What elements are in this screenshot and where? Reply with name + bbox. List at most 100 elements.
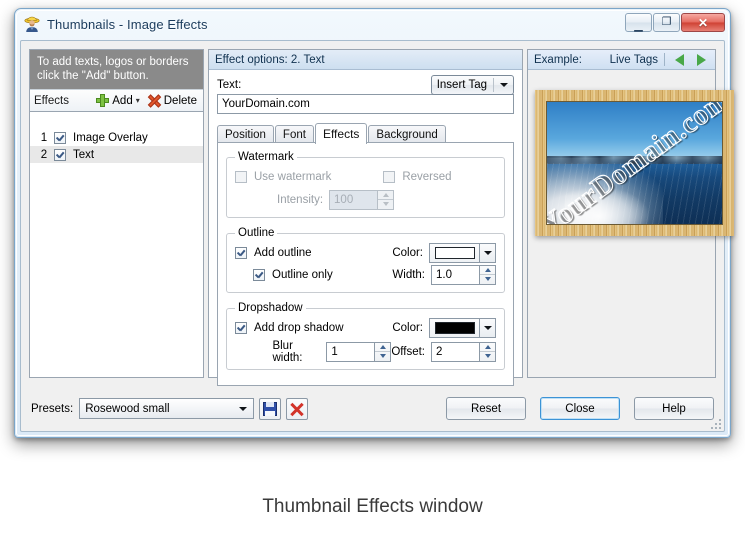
blur-width-stepper[interactable]: 1: [326, 341, 392, 362]
tab-label: Position: [225, 128, 266, 141]
tab-font[interactable]: Font: [274, 125, 314, 143]
outline-color-picker[interactable]: [429, 242, 496, 263]
add-drop-shadow-checkbox[interactable]: [235, 321, 247, 334]
outline-only-row: Outline only Width: 1.0: [235, 264, 496, 285]
outline-legend: Outline: [238, 227, 275, 239]
screenshot-root: Thumbnails - Image Effects ▁ ❐ ✕ To add …: [0, 0, 745, 557]
list-item[interactable]: 1 Image Overlay: [30, 129, 203, 146]
help-label: Help: [662, 402, 686, 415]
add-outline-checkbox[interactable]: [235, 246, 247, 259]
title-bar[interactable]: Thumbnails - Image Effects ▁ ❐ ✕: [15, 9, 730, 39]
intensity-up-button[interactable]: [378, 191, 394, 200]
save-preset-button[interactable]: [259, 397, 282, 420]
use-watermark-label: Use watermark: [254, 170, 332, 183]
restore-button[interactable]: ❐: [653, 13, 680, 32]
add-label: Add: [112, 94, 133, 107]
tab-effects[interactable]: Effects: [314, 123, 368, 144]
red-x-icon: [290, 402, 304, 416]
next-example-button[interactable]: [693, 53, 709, 66]
hint-text: To add texts, logos or borders click the…: [30, 50, 203, 89]
effect-index: 2: [40, 148, 48, 161]
effect-options-header: Effect options: 2. Text: [209, 50, 522, 70]
offset-up-button[interactable]: [480, 343, 495, 352]
text-input[interactable]: YourDomain.com: [217, 94, 514, 114]
outline-color-swatch-box: [429, 242, 479, 263]
minimize-button[interactable]: ▁: [625, 13, 652, 32]
close-button[interactable]: Close: [540, 397, 620, 420]
effect-enabled-checkbox[interactable]: [54, 131, 66, 144]
presets-dropdown[interactable]: Rosewood small: [79, 398, 255, 419]
delete-effect-button[interactable]: Delete: [147, 94, 197, 108]
delete-preset-button[interactable]: [286, 397, 309, 420]
example-panel: Example: Live Tags YourDomain.com: [527, 49, 734, 378]
reset-button[interactable]: Reset: [446, 397, 526, 420]
insert-tag-button[interactable]: Insert Tag: [430, 75, 514, 95]
offset-label: Offset:: [391, 345, 425, 358]
insert-tag-label: Insert Tag: [436, 79, 487, 91]
tab-panel-effects: Watermark Use watermark Reversed Intensi…: [217, 142, 514, 386]
shadow-color-dropdown-arrow[interactable]: [479, 317, 496, 338]
add-drop-shadow-label: Add drop shadow: [254, 321, 344, 334]
effect-label: Image Overlay: [73, 131, 148, 144]
effects-list[interactable]: 1 Image Overlay 2 Text: [30, 129, 203, 377]
watermark-row: Use watermark Reversed: [235, 168, 496, 185]
outline-width-down-button[interactable]: [480, 275, 495, 284]
effect-options-panel: Effect options: 2. Text Text: Insert Tag…: [208, 49, 523, 386]
blur-width-down-button[interactable]: [375, 352, 390, 361]
dropshadow-legend: Dropshadow: [238, 302, 303, 314]
shadow-color-label: Color:: [392, 321, 423, 334]
x-icon: [147, 94, 161, 108]
intensity-down-button[interactable]: [378, 200, 393, 209]
offset-down-button[interactable]: [480, 352, 495, 361]
watermark-group: Watermark Use watermark Reversed Intensi…: [226, 151, 505, 218]
arrow-right-icon: [696, 53, 706, 66]
reversed-checkbox[interactable]: [383, 170, 396, 183]
preview-thumbnail[interactable]: YourDomain.com: [535, 90, 734, 236]
divider: [493, 78, 494, 92]
plus-icon: [96, 94, 110, 107]
effect-index: 1: [40, 131, 48, 144]
blur-width-up-button[interactable]: [375, 343, 391, 352]
dialog-client-area: To add texts, logos or borders click the…: [20, 40, 734, 432]
outline-width-value: 1.0: [431, 264, 479, 285]
close-window-button[interactable]: ✕: [681, 13, 725, 32]
list-item[interactable]: 2 Text: [30, 146, 203, 163]
blur-width-value: 1: [326, 341, 375, 362]
outline-group: Outline Add outline Color: Outline only …: [226, 227, 505, 293]
effects-list-label: Effects: [34, 94, 69, 107]
outline-width-up-button[interactable]: [480, 266, 495, 275]
options-tabs: Position Font Effects Background: [217, 123, 514, 144]
offset-stepper[interactable]: 2: [431, 341, 496, 362]
outline-color-dropdown-arrow[interactable]: [479, 242, 496, 263]
presets-label: Presets:: [31, 402, 74, 415]
window-title: Thumbnails - Image Effects: [47, 16, 208, 32]
outline-width-stepper[interactable]: 1.0: [431, 264, 496, 285]
watermark-legend: Watermark: [238, 151, 294, 163]
add-effect-button[interactable]: Add ▾: [96, 94, 140, 107]
tab-background[interactable]: Background: [368, 125, 446, 143]
chevron-down-icon: ▾: [135, 96, 140, 105]
intensity-spin-buttons[interactable]: [377, 189, 395, 210]
reflection-caption: Thumbnail Effects window: [262, 496, 483, 517]
shadow-params-row: Blur width: 1 Offset: 2: [235, 340, 496, 364]
help-button[interactable]: Help: [634, 397, 714, 420]
thumbnail-effects-window: Thumbnails - Image Effects ▁ ❐ ✕ To add …: [14, 8, 734, 438]
intensity-stepper[interactable]: 100: [329, 189, 395, 210]
window-controls: ▁ ❐ ✕: [625, 13, 725, 32]
resize-grip[interactable]: [709, 417, 721, 429]
preview-area: YourDomain.com: [528, 70, 734, 377]
restore-icon: ❐: [661, 16, 672, 28]
previous-example-button[interactable]: [671, 53, 687, 66]
tab-position[interactable]: Position: [217, 125, 274, 143]
intensity-label: Intensity:: [277, 193, 324, 206]
effect-enabled-checkbox[interactable]: [54, 148, 66, 161]
dropshadow-group: Dropshadow Add drop shadow Color: Blur w…: [226, 302, 505, 370]
outline-only-checkbox[interactable]: [253, 268, 265, 281]
reversed-label: Reversed: [402, 170, 452, 183]
outline-width-spin-buttons[interactable]: [479, 264, 496, 285]
text-input-value: YourDomain.com: [222, 98, 310, 110]
blur-width-spin-buttons[interactable]: [374, 341, 392, 362]
offset-spin-buttons[interactable]: [479, 341, 496, 362]
use-watermark-checkbox[interactable]: [235, 170, 247, 183]
shadow-color-picker[interactable]: [429, 317, 496, 338]
